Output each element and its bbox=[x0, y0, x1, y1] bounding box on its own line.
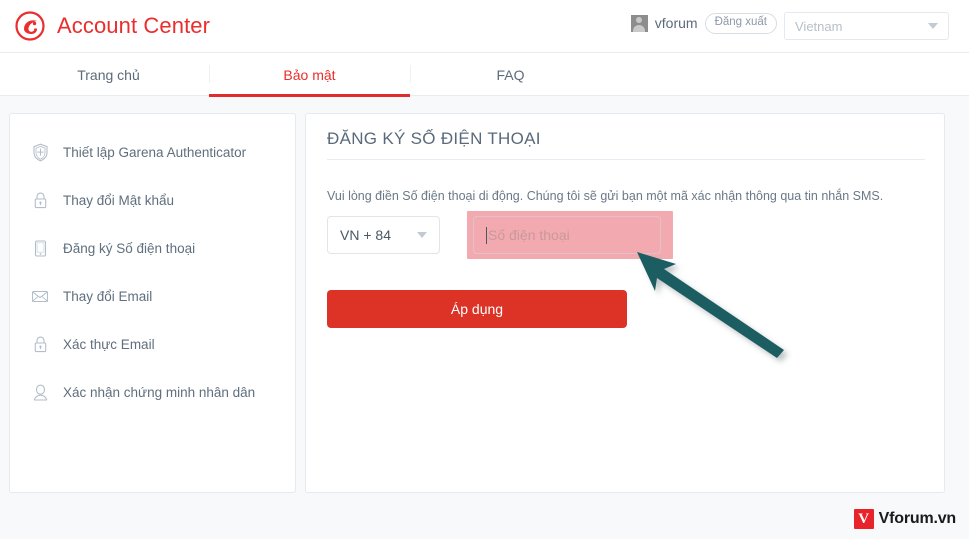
account-center-page: Account Center vforum Đăng xuất Vietnam … bbox=[0, 0, 969, 539]
tab-label: Trang chủ bbox=[77, 66, 140, 83]
country-select[interactable]: Vietnam bbox=[784, 12, 949, 40]
shield-icon bbox=[31, 142, 49, 162]
apply-button[interactable]: Áp dụng bbox=[327, 290, 627, 328]
content-divider bbox=[327, 159, 925, 160]
phone-input[interactable]: Số điện thoại bbox=[473, 216, 661, 254]
user-area: vforum Đăng xuất bbox=[630, 13, 777, 34]
country-code-value: VN + 84 bbox=[340, 227, 391, 243]
sidebar-item-verify-email[interactable]: Xác thực Email bbox=[10, 320, 295, 368]
tab-label: Bảo mật bbox=[283, 66, 336, 83]
nav-tabs: Trang chủ Bảo mật FAQ bbox=[0, 53, 969, 97]
watermark-label: Vforum.vn bbox=[878, 510, 957, 527]
tab-trang-chu[interactable]: Trang chủ bbox=[8, 53, 209, 96]
sidebar-item-register-phone[interactable]: Đăng ký Số điện thoại bbox=[10, 224, 295, 272]
sidebar-item-label: Thay đổi Email bbox=[63, 288, 153, 304]
page-header: Account Center vforum Đăng xuất Vietnam bbox=[0, 0, 969, 53]
vforum-mark-letter: V bbox=[858, 510, 870, 527]
phone-form-row: VN + 84 Số điện thoại bbox=[327, 211, 673, 259]
chevron-down-icon bbox=[417, 232, 427, 238]
lock-icon bbox=[31, 190, 49, 210]
content-description: Vui lòng điền Số điện thoại di động. Chú… bbox=[327, 189, 884, 203]
sidebar-item-label: Thiết lập Garena Authenticator bbox=[63, 144, 247, 160]
username-label: vforum bbox=[654, 15, 698, 32]
country-code-select[interactable]: VN + 84 bbox=[327, 216, 440, 254]
tab-label: FAQ bbox=[496, 66, 525, 83]
mobile-phone-icon bbox=[31, 238, 49, 258]
tab-bao-mat[interactable]: Bảo mật bbox=[209, 53, 410, 97]
user-avatar-icon bbox=[630, 14, 648, 32]
sidebar-item-change-email[interactable]: Thay đổi Email bbox=[10, 272, 295, 320]
sidebar-item-label: Thay đổi Mật khẩu bbox=[63, 192, 175, 208]
sidebar-item-label: Đăng ký Số điện thoại bbox=[63, 240, 196, 256]
sidebar-item-verify-id[interactable]: Xác nhận chứng minh nhân dân bbox=[10, 368, 295, 416]
envelope-icon bbox=[31, 286, 49, 306]
sidebar: Thiết lập Garena Authenticator Thay đổi … bbox=[9, 113, 296, 493]
chevron-down-icon bbox=[928, 23, 938, 29]
person-id-icon bbox=[31, 382, 49, 402]
phone-input-placeholder: Số điện thoại bbox=[488, 227, 570, 243]
watermark: V Vforum.vn bbox=[853, 509, 957, 529]
country-select-value: Vietnam bbox=[795, 18, 843, 34]
brand: Account Center bbox=[12, 8, 210, 44]
content-title: ĐĂNG KÝ SỐ ĐIỆN THOẠI bbox=[327, 129, 541, 148]
sidebar-item-authenticator[interactable]: Thiết lập Garena Authenticator bbox=[10, 128, 295, 176]
text-caret-icon bbox=[486, 226, 487, 244]
lock-icon bbox=[31, 334, 49, 354]
content-panel: ĐĂNG KÝ SỐ ĐIỆN THOẠI Vui lòng điền Số đ… bbox=[305, 113, 945, 493]
sidebar-item-label: Xác nhận chứng minh nhân dân bbox=[63, 384, 256, 400]
sidebar-item-change-password[interactable]: Thay đổi Mật khẩu bbox=[10, 176, 295, 224]
page-title: Account Center bbox=[57, 13, 211, 38]
vforum-mark-icon: V bbox=[853, 509, 874, 529]
logout-button[interactable]: Đăng xuất bbox=[704, 13, 777, 34]
garena-logo-icon bbox=[12, 8, 48, 44]
tab-faq[interactable]: FAQ bbox=[410, 53, 611, 96]
sidebar-item-label: Xác thực Email bbox=[63, 336, 155, 352]
